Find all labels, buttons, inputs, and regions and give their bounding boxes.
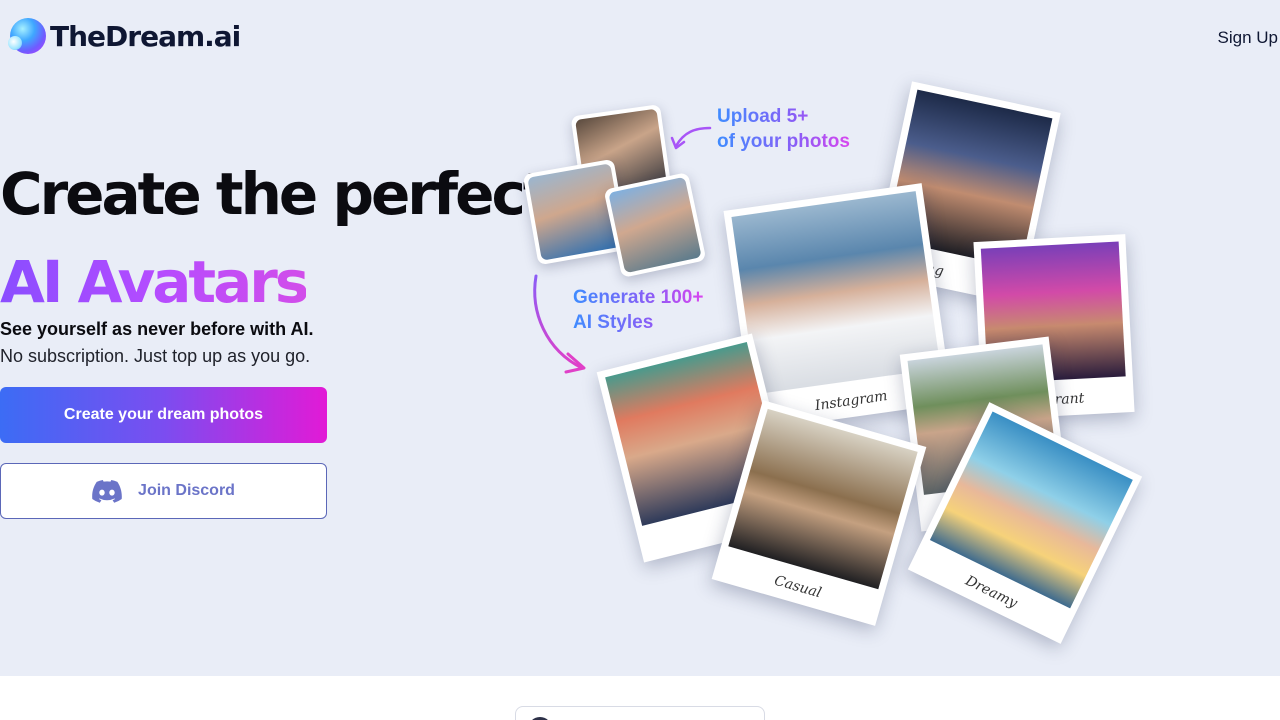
- upload-note: Upload 5+ of your photos: [717, 104, 850, 154]
- brand-logo[interactable]: TheDream.ai: [8, 18, 241, 54]
- hero-headline-accent: AI Avatars: [0, 248, 309, 316]
- hero-tagline: See yourself as never before with AI.: [0, 319, 314, 339]
- create-dream-photos-label: Create your dream photos: [63, 406, 264, 423]
- join-discord-button[interactable]: Join Discord: [0, 463, 327, 519]
- hero-headline: Create the perfect: [0, 160, 551, 228]
- upload-note-line1: Upload 5+: [717, 106, 809, 127]
- casual-photo: [728, 408, 918, 590]
- discord-icon: [92, 479, 122, 503]
- upload-photo-3: [603, 172, 707, 278]
- selfie-image: [608, 176, 702, 274]
- join-discord-label: Join Discord: [138, 482, 235, 499]
- generate-note-line1: Generate 100+: [573, 287, 704, 308]
- hero-section: TheDream.ai Sign Up Create the perfect A…: [0, 0, 1280, 676]
- hero-subtagline: No subscription. Just top up as you go.: [0, 346, 311, 366]
- curved-arrow-down-icon: [533, 274, 586, 374]
- sign-up-link[interactable]: Sign Up: [1218, 28, 1278, 48]
- bottom-badge: [515, 706, 765, 720]
- bubble-logo-icon: [8, 18, 46, 54]
- logo-text: TheDream.ai: [50, 19, 241, 53]
- create-dream-photos-button[interactable]: Create your dream photos: [0, 387, 327, 443]
- upload-note-line2: of your photos: [717, 131, 850, 152]
- generate-note: Generate 100+ AI Styles: [573, 285, 703, 335]
- generate-note-line2: AI Styles: [573, 312, 654, 333]
- curved-arrow-icon: [670, 126, 712, 150]
